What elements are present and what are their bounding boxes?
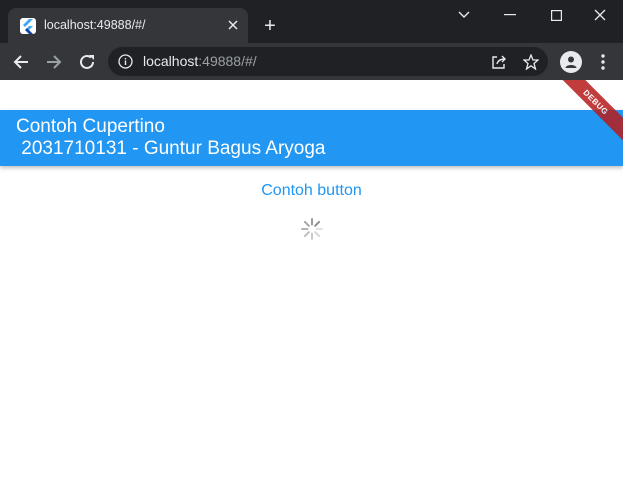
browser-tab[interactable]: localhost:49888/#/ (8, 8, 248, 43)
new-tab-button[interactable]: + (258, 14, 282, 38)
spinner-spoke (303, 220, 310, 227)
url-host: localhost (143, 53, 199, 69)
maximize-button[interactable] (533, 0, 579, 30)
contoh-button-row: Contoh button (0, 182, 623, 200)
share-icon[interactable] (490, 53, 508, 71)
reload-icon[interactable] (74, 49, 100, 75)
url-text: localhost:49888/#/ (143, 53, 257, 69)
kebab-menu-icon[interactable] (594, 51, 612, 73)
activity-indicator-icon (301, 218, 323, 240)
contoh-button[interactable]: Contoh button (261, 182, 362, 199)
app-bar: Contoh Cupertino 2031710131 - Guntur Bag… (0, 110, 623, 166)
close-icon[interactable] (224, 16, 242, 34)
star-icon[interactable] (522, 53, 540, 71)
spinner-spoke (314, 231, 321, 238)
url-path: :49888/#/ (198, 53, 257, 69)
flutter-icon (20, 18, 36, 34)
app-page: Contoh Cupertino 2031710131 - Guntur Bag… (0, 80, 623, 501)
forward-arrow-icon[interactable] (41, 49, 67, 75)
tab-search-icon[interactable] (441, 0, 487, 30)
back-arrow-icon[interactable] (8, 49, 34, 75)
minimize-button[interactable] (487, 0, 533, 30)
info-icon[interactable] (118, 54, 133, 69)
page-title-line1: Contoh Cupertino (16, 116, 165, 137)
address-bar[interactable]: localhost:49888/#/ (108, 47, 548, 76)
browser-toolbar: localhost:49888/#/ (0, 43, 623, 80)
spinner-spoke (303, 231, 310, 238)
page-title: Contoh Cupertino 2031710131 - Guntur Bag… (16, 116, 326, 160)
profile-icon[interactable] (560, 51, 582, 73)
tab-title: localhost:49888/#/ (44, 18, 146, 32)
page-title-line2: 2031710131 - Guntur Bagus Aryoga (16, 138, 326, 159)
spinner-spoke (314, 220, 321, 227)
browser-titlebar: localhost:49888/#/ + (0, 0, 623, 43)
close-window-button[interactable] (577, 0, 623, 30)
